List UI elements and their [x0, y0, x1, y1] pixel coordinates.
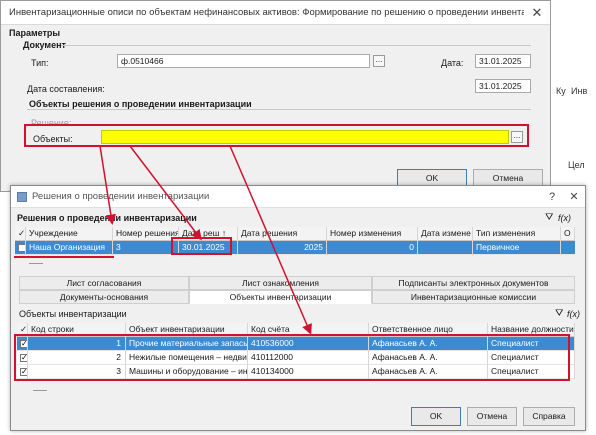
change-type-cell: Первичное: [473, 241, 561, 255]
scroll-indicator: [29, 263, 43, 264]
date-field[interactable]: 31.01.2025: [475, 54, 531, 68]
dialog1-titlebar: Инвентаризационные описи по объектам неф…: [1, 1, 550, 25]
filter-icon[interactable]: ⛛: [545, 212, 553, 223]
dialog2-titlebar: Решения о проведении инвентаризации ? ✕: [11, 186, 585, 208]
objects-grid-title: Объекты инвентаризации: [19, 309, 127, 319]
column-header[interactable]: Учреждение: [26, 227, 113, 241]
year-cell: 2025: [238, 241, 327, 255]
type-label: Тип:: [31, 58, 49, 68]
type-select-button[interactable]: ...: [373, 55, 385, 67]
row-checkbox[interactable]: [15, 241, 26, 255]
type-field[interactable]: ф.0510466: [117, 54, 370, 68]
ok-button[interactable]: OK: [411, 407, 461, 426]
bg-fragment: Цел: [568, 160, 585, 170]
decisions-grid-title: Решения о проведении инвентаризации: [17, 213, 197, 223]
help-icon[interactable]: ?: [541, 191, 563, 203]
org-cell: Наша Организация: [26, 241, 113, 255]
bg-fragment: Ку: [556, 86, 566, 96]
tab-approval-sheet[interactable]: Лист согласования: [19, 276, 189, 290]
change-date-cell: [418, 241, 473, 255]
filter-icon[interactable]: ⛛: [555, 308, 563, 319]
number-cell: 3: [113, 241, 179, 255]
compose-date-field[interactable]: 31.01.2025: [475, 79, 531, 93]
tab-inventory-commissions[interactable]: Инвентаризационные комиссии: [372, 290, 575, 304]
scroll-indicator: [33, 390, 47, 391]
dialog1-title: Инвентаризационные описи по объектам неф…: [9, 7, 524, 18]
column-header[interactable]: Номер решения: [113, 227, 179, 241]
compose-date-label: Дата составления:: [27, 84, 105, 94]
divider: [27, 109, 531, 110]
help-button[interactable]: Справка: [523, 407, 575, 426]
date-label: Дата:: [441, 58, 464, 68]
decisions-dialog: Решения о проведении инвентаризации ? ✕ …: [10, 185, 586, 431]
params-label: Параметры: [9, 28, 61, 38]
column-header[interactable]: Номер изменения: [327, 227, 418, 241]
formula-icon[interactable]: f(x): [558, 213, 571, 223]
cancel-button[interactable]: Отмена: [467, 407, 517, 426]
annotation-box: [171, 237, 232, 255]
dialog2-title: Решения о проведении инвентаризации: [32, 191, 210, 202]
column-header[interactable]: Дата измене: [418, 227, 473, 241]
objects-section-label: Объекты решения о проведении инвентариза…: [29, 99, 252, 109]
divider: [61, 45, 531, 46]
tab-inventory-objects[interactable]: Объекты инвентаризации: [189, 290, 372, 304]
tab-source-documents[interactable]: Документы-основания: [19, 290, 189, 304]
close-icon[interactable]: ✕: [524, 5, 550, 21]
bg-fragment: Инв: [571, 86, 588, 96]
annotation-box: [14, 334, 570, 381]
tab-familiarization-sheet[interactable]: Лист ознакомления: [189, 276, 372, 290]
document-label: Документ: [23, 40, 66, 50]
decisions-grid-header: ✓ Учреждение Номер решения Дата реш ↑ Да…: [15, 227, 575, 241]
app-icon: [17, 191, 27, 202]
column-header[interactable]: Тип изменения: [473, 227, 561, 241]
check-column-header: ✓: [15, 227, 26, 241]
change-no-cell: 0: [327, 241, 418, 255]
annotation-box: [24, 124, 529, 147]
formula-icon[interactable]: f(x): [567, 309, 580, 319]
tab-e-signers[interactable]: Подписанты электронных документов: [372, 276, 575, 290]
column-header[interactable]: Дата решения: [238, 227, 327, 241]
table-row[interactable]: Наша Организация 3 30.01.2025 2025 0 Пер…: [15, 241, 575, 255]
column-header[interactable]: О: [561, 227, 575, 241]
annotation-underline: [14, 256, 114, 258]
close-icon[interactable]: ✕: [563, 190, 585, 203]
inventory-forms-dialog: Инвентаризационные описи по объектам неф…: [0, 0, 551, 192]
